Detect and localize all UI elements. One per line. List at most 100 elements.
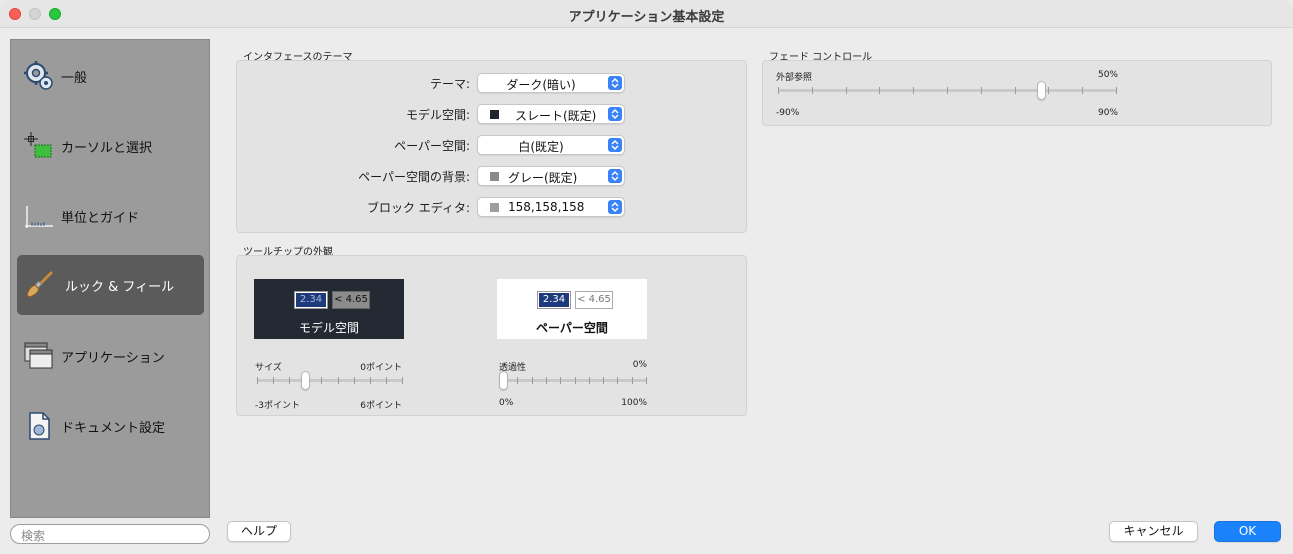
tooltip-group-box: 2.34 < 4.65 モデル空間 2.34 < 4.65 ペーパー空間 サイズ… <box>236 255 747 416</box>
chevron-updown-icon <box>608 200 622 214</box>
sidebar-item-document-settings[interactable]: ドキュメント設定 <box>17 396 204 456</box>
xref-fade-slider[interactable] <box>778 81 1117 101</box>
chevron-updown-icon <box>608 107 622 121</box>
transparency-slider-value: 0% <box>632 360 647 370</box>
color-swatch <box>490 110 499 119</box>
gears-icon <box>23 60 55 92</box>
search-placeholder: 検索 <box>21 529 46 543</box>
sidebar-item-label: ルック & フィール <box>65 280 175 295</box>
cancel-button[interactable]: キャンセル <box>1109 521 1198 542</box>
block-editor-select-value: 158,158,158 <box>508 200 585 214</box>
paper-space-select-value: 白(既定) <box>518 140 564 154</box>
fade-group-box: 外部参照 50% -90% 90% <box>762 60 1272 126</box>
color-swatch <box>490 172 499 181</box>
slider-tick <box>532 377 533 384</box>
preferences-window: アプリケーション基本設定 一般 カーソルと選択 単位とガイド ルック & フィー… <box>0 0 1293 554</box>
slider-tick <box>1082 87 1083 94</box>
slider-tick <box>1015 87 1016 94</box>
slider-thumb[interactable] <box>1037 81 1046 100</box>
model-space-tooltip-preview: 2.34 < 4.65 モデル空間 <box>254 279 404 339</box>
slider-tick <box>1048 87 1049 94</box>
slider-tick <box>386 377 387 384</box>
ok-button[interactable]: OK <box>1214 521 1281 542</box>
sidebar-item-cursor-selection[interactable]: カーソルと選択 <box>17 116 204 176</box>
chevron-updown-icon <box>608 76 622 90</box>
window-title: アプリケーション基本設定 <box>568 10 725 25</box>
xref-slider-min: -90% <box>776 108 800 118</box>
slider-tick <box>575 377 576 384</box>
slider-tick <box>560 377 561 384</box>
paper-preview-value2: < 4.65 <box>575 291 613 309</box>
search-input[interactable]: 検索 <box>10 524 210 544</box>
xref-slider-max: 90% <box>1097 108 1118 118</box>
slider-tick <box>603 377 604 384</box>
sidebar-item-look-and-feel[interactable]: ルック & フィール <box>17 255 204 315</box>
model-preview-value1: 2.34 <box>296 293 326 307</box>
slider-tick <box>589 377 590 384</box>
paper-preview-caption: ペーパー空間 <box>536 321 608 335</box>
model-preview-caption: モデル空間 <box>298 321 359 335</box>
slider-tick <box>879 87 880 94</box>
sidebar-item-label: カーソルと選択 <box>61 141 153 156</box>
xref-slider-value: 50% <box>1097 70 1118 80</box>
model-space-label: モデル空間: <box>405 108 470 122</box>
help-button[interactable]: ヘルプ <box>227 521 291 542</box>
paper-space-background-select[interactable]: グレー(既定) <box>477 166 625 186</box>
transparency-slider[interactable] <box>499 371 647 392</box>
paper-space-background-select-value: グレー(既定) <box>508 171 578 185</box>
transparency-slider-min: 0% <box>499 398 514 408</box>
slider-tick <box>1116 87 1117 94</box>
sidebar-item-units-guides[interactable]: 単位とガイド <box>17 186 204 246</box>
slider-thumb[interactable] <box>301 371 310 390</box>
sidebar: 一般 カーソルと選択 単位とガイド ルック & フィール アプリケーション ドキ… <box>10 39 210 518</box>
paper-space-select[interactable]: 白(既定) <box>477 135 625 155</box>
theme-label: テーマ: <box>429 77 470 91</box>
model-space-select[interactable]: スレート(既定) <box>477 104 625 124</box>
slider-tick <box>546 377 547 384</box>
sidebar-item-application[interactable]: アプリケーション <box>17 326 204 386</box>
sidebar-item-label: アプリケーション <box>61 351 165 366</box>
theme-select[interactable]: ダーク(暗い) <box>477 73 625 93</box>
transparency-slider-max: 100% <box>621 398 647 408</box>
size-slider-track <box>257 379 403 382</box>
sidebar-item-label: 単位とガイド <box>61 211 140 226</box>
cursor-selection-icon <box>23 130 55 162</box>
slider-tick <box>517 377 518 384</box>
model-space-select-value: スレート(既定) <box>515 109 597 123</box>
slider-tick <box>273 377 274 384</box>
paper-preview-value1-box: 2.34 <box>537 291 571 309</box>
size-slider-max: 6ポイント <box>360 401 402 411</box>
windows-icon <box>23 340 55 372</box>
sidebar-item-general[interactable]: 一般 <box>17 46 204 106</box>
color-swatch <box>490 203 499 212</box>
slider-thumb[interactable] <box>499 371 508 390</box>
slider-tick <box>981 87 982 94</box>
model-preview-value1-box: 2.34 <box>294 291 328 309</box>
size-slider[interactable] <box>257 371 403 392</box>
theme-select-value: ダーク(暗い) <box>506 78 576 92</box>
paper-space-label: ペーパー空間: <box>394 139 470 153</box>
slider-tick <box>812 87 813 94</box>
size-slider-min: -3ポイント <box>255 401 300 411</box>
theme-group-box: テーマ: ダーク(暗い) モデル空間: スレート(既定) ペーパー空間: 白(既… <box>236 60 747 233</box>
slider-tick <box>778 87 779 94</box>
brush-icon <box>23 269 55 301</box>
slider-tick <box>617 377 618 384</box>
slider-tick <box>321 377 322 384</box>
slider-tick <box>846 87 847 94</box>
chevron-updown-icon <box>608 169 622 183</box>
slider-tick <box>913 87 914 94</box>
slider-tick <box>338 377 339 384</box>
title-bar: アプリケーション基本設定 <box>0 0 1293 28</box>
block-editor-select[interactable]: 158,158,158 <box>477 197 625 217</box>
paper-preview-value1: 2.34 <box>539 293 569 307</box>
sidebar-item-label: 一般 <box>61 71 88 86</box>
slider-tick <box>289 377 290 384</box>
block-editor-label: ブロック エディタ: <box>366 201 470 215</box>
sidebar-item-label: ドキュメント設定 <box>61 421 166 436</box>
document-icon <box>23 410 55 442</box>
ruler-icon <box>23 200 55 232</box>
paper-space-background-label: ペーパー空間の背景: <box>358 170 470 184</box>
slider-tick <box>947 87 948 94</box>
chevron-updown-icon <box>608 138 622 152</box>
